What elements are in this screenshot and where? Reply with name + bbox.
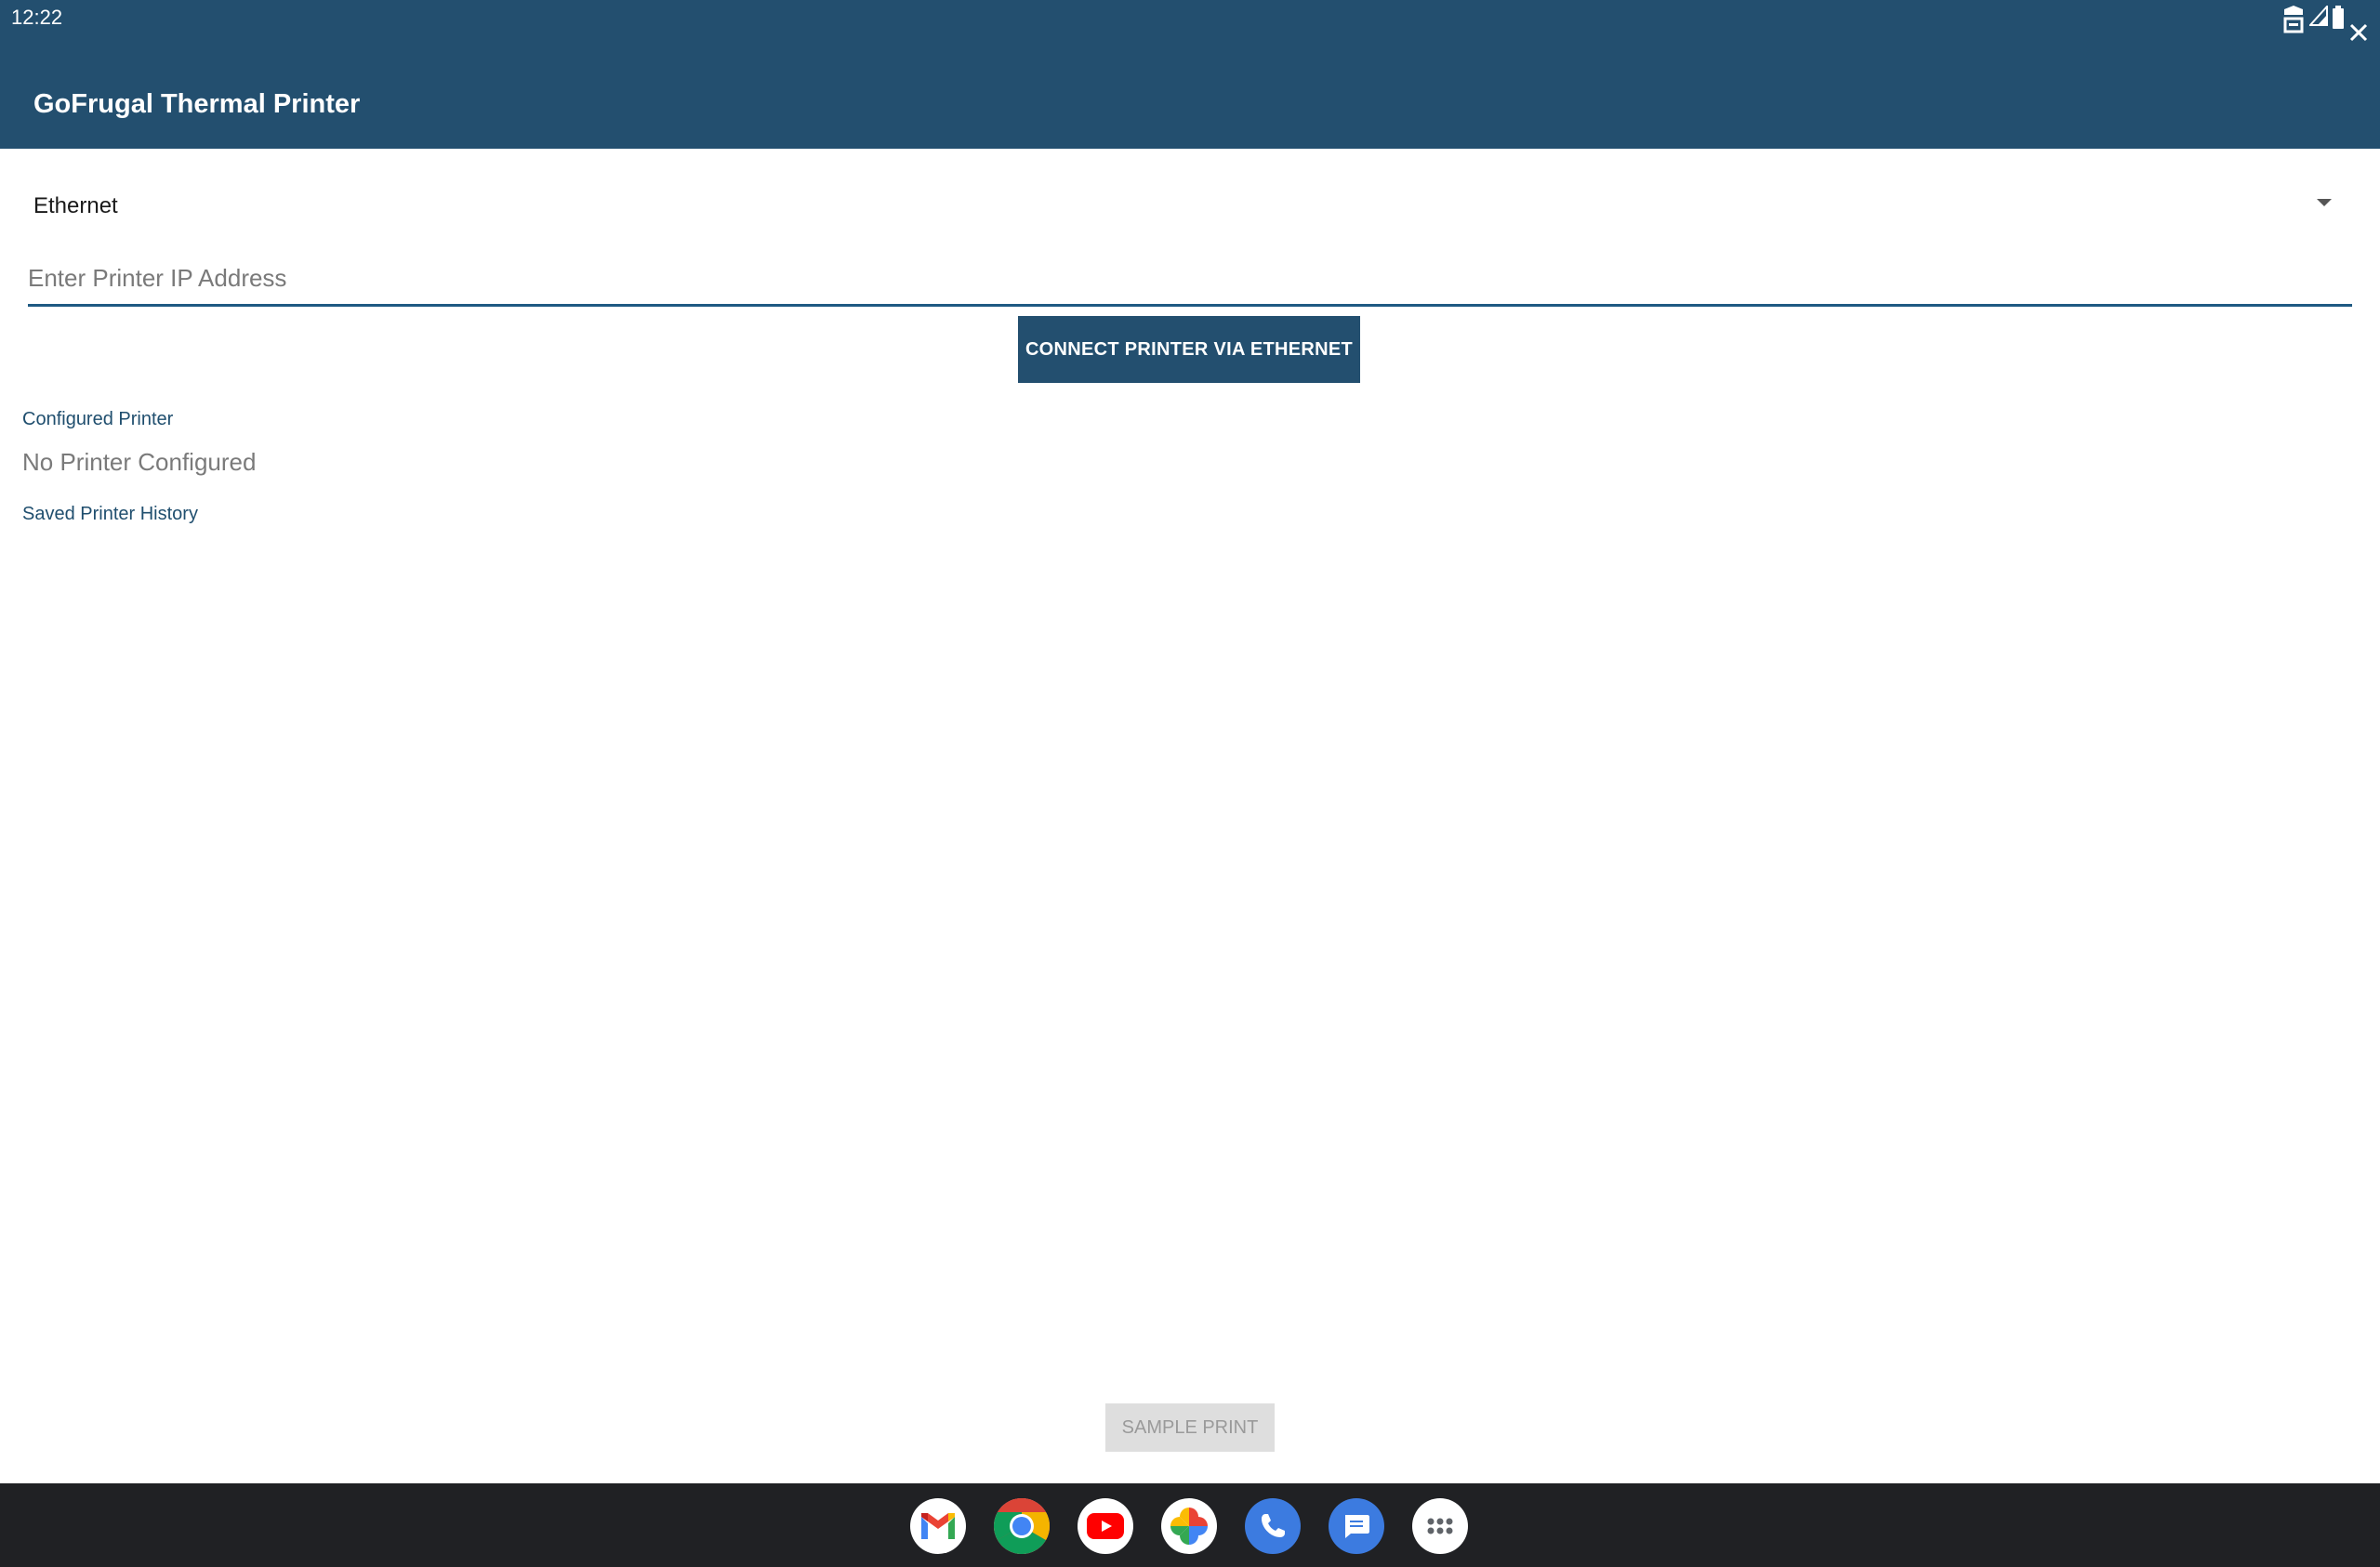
configured-printer-label: Configured Printer <box>22 409 174 429</box>
youtube-icon[interactable] <box>1078 1498 1133 1554</box>
phone-icon[interactable] <box>1245 1498 1301 1554</box>
chevron-down-icon[interactable] <box>2315 197 2334 208</box>
app-launcher-icon[interactable] <box>1412 1498 1468 1554</box>
gmail-icon[interactable] <box>910 1498 966 1554</box>
signal-icon <box>2309 6 2328 26</box>
configured-printer-value: No Printer Configured <box>22 448 257 476</box>
status-icons <box>2281 6 2369 43</box>
ethernet-icon <box>2283 6 2304 33</box>
close-icon[interactable] <box>2348 22 2369 43</box>
saved-printer-history-label: Saved Printer History <box>22 504 198 524</box>
messages-icon[interactable] <box>1329 1498 1384 1554</box>
connection-type-dropdown[interactable]: Ethernet <box>0 177 2380 232</box>
ip-address-input[interactable] <box>28 251 2352 307</box>
sample-print-button[interactable]: SAMPLE PRINT <box>1105 1403 1275 1452</box>
battery-icon <box>2333 6 2344 29</box>
page-title: GoFrugal Thermal Printer <box>33 89 361 119</box>
connect-printer-button[interactable]: CONNECT PRINTER VIA ETHERNET <box>1018 316 1360 383</box>
photos-icon[interactable] <box>1161 1498 1217 1554</box>
connection-type-value: Ethernet <box>33 193 118 218</box>
status-time: 12:22 <box>11 6 63 29</box>
app-bar: 12:22 GoFrugal Thermal Printer <box>0 0 2380 149</box>
chrome-icon[interactable] <box>994 1498 1050 1554</box>
